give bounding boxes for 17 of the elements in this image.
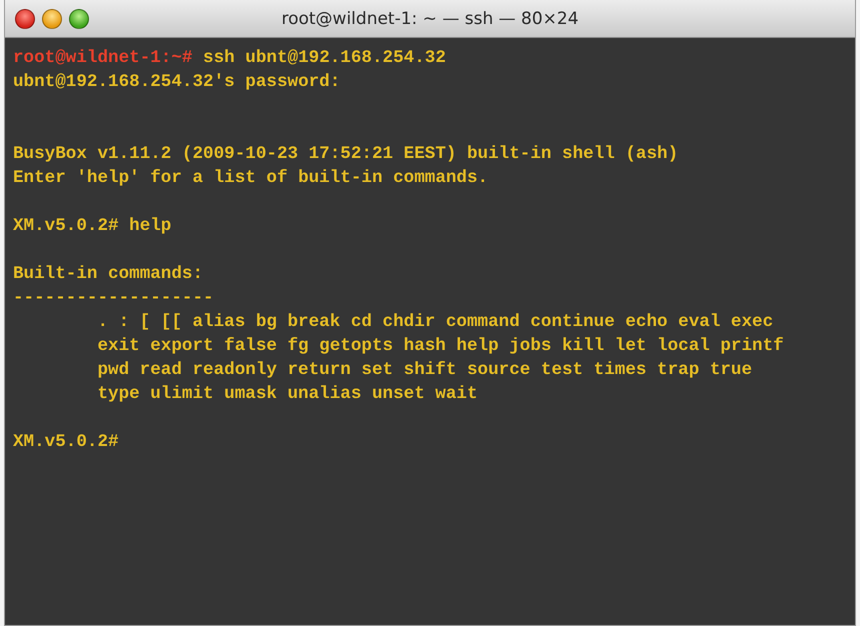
terminal-line: ------------------- bbox=[13, 288, 214, 308]
close-button[interactable] bbox=[15, 8, 35, 28]
terminal-line: pwd read readonly return set shift source test times trap true bbox=[97, 360, 752, 380]
terminal-line: XM.v5.0.2# help bbox=[13, 216, 172, 236]
terminal-line: Enter 'help' for a list of built-in commands. bbox=[13, 168, 488, 188]
minimize-button[interactable] bbox=[42, 8, 62, 28]
shell-prompt: root@wildnet-1:~# bbox=[13, 48, 192, 68]
terminal-line: ubnt@192.168.254.32's password: bbox=[13, 72, 340, 92]
terminal-line: exit export false fg getopts hash help jobs kill let local printf bbox=[97, 336, 784, 356]
terminal-line: Built-in commands: bbox=[13, 264, 204, 284]
terminal-line: XM.v5.0.2# bbox=[13, 432, 119, 452]
terminal-line: type ulimit umask unalias unset wait bbox=[97, 384, 478, 404]
typed-command: ssh ubnt@192.168.254.32 bbox=[202, 48, 446, 68]
terminal-line: . : [ [[ alias bg break cd chdir command continue echo eval exec bbox=[97, 312, 774, 332]
window-title: root@wildnet-1: ~ — ssh — 80×24 bbox=[280, 8, 580, 28]
terminal-line: BusyBox v1.11.2 (2009-10-23 17:52:21 EEST) built-in shell (ash) bbox=[13, 144, 678, 164]
zoom-button[interactable] bbox=[69, 8, 89, 28]
